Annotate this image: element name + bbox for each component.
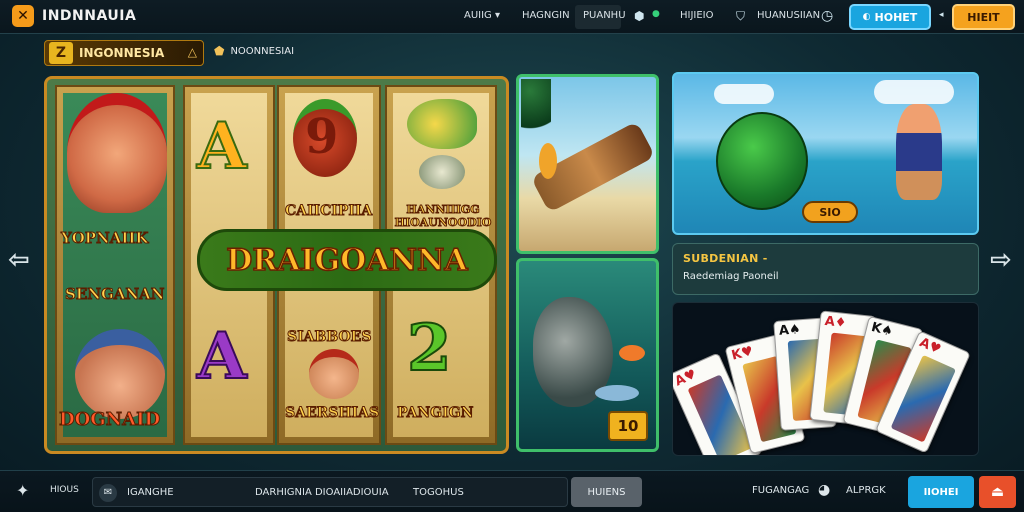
- info-subtitle: Raedemiag Paoneil: [683, 271, 779, 282]
- caption-senganan: SENGANAN: [65, 285, 165, 304]
- register-button[interactable]: ◐ HOHET: [849, 4, 931, 30]
- nav-item-4[interactable]: HIJIEIO: [680, 10, 714, 21]
- home-link[interactable]: HIOUS: [50, 485, 79, 495]
- star-icon[interactable]: ✦: [16, 481, 29, 500]
- fish-symbol-small-icon: [419, 155, 465, 189]
- playing-card-3-rank: A♠: [778, 322, 802, 339]
- register-button-label: HOHET: [874, 10, 918, 24]
- caption-hanniigg: HANNIIIGG HIOAUNOODIO: [394, 203, 492, 230]
- game-info-card[interactable]: SUBDENIAN - Raedemiag Paoneil: [672, 243, 979, 295]
- footer-link-1[interactable]: FUGANGAG: [752, 485, 809, 496]
- nav-item-1[interactable]: AUIIG ▾: [464, 10, 500, 21]
- toggle-icon: ◐: [862, 12, 871, 22]
- caption-saershias: SAERSHIAS: [284, 405, 380, 422]
- search-tag: TOGOHUS: [413, 487, 464, 498]
- nav-item-1-label: AUIIG: [464, 10, 492, 21]
- nav-item-5[interactable]: HUANUSIIAN: [757, 10, 820, 21]
- brand-name[interactable]: INDNNAUIA: [42, 8, 136, 24]
- brand-logo-icon[interactable]: ✕: [12, 5, 34, 27]
- playing-card-5-rank: K♠: [869, 319, 895, 340]
- clock-icon[interactable]: ◷: [821, 8, 833, 24]
- shield-badge-icon: ⬟: [214, 44, 225, 58]
- goblin-character-icon: [67, 93, 167, 213]
- cloud-icon: [874, 80, 954, 104]
- fishing-rod-game-card[interactable]: [516, 74, 659, 254]
- game-title-banner: DRAIGOANNA: [197, 229, 497, 291]
- sub-tagline-text: NOONNESIAI: [230, 45, 295, 57]
- deposit-button[interactable]: IIOHEI: [908, 476, 974, 508]
- footer-link-2[interactable]: ALPRGK: [846, 485, 886, 496]
- caption-siabboes: SIABBOES: [286, 329, 372, 346]
- search-input[interactable]: DARHIGNIA DIOAIIADIOUIA: [255, 487, 389, 498]
- caption-yopnaiik: YOPNAIIK: [60, 229, 149, 248]
- exit-button[interactable]: ⏏: [979, 476, 1016, 508]
- sub-tagline: ⬟ NOONNESIAI: [214, 44, 294, 58]
- playing-card-6-rank: A♥: [917, 335, 943, 358]
- search-bar[interactable]: ✉ IGANGHE DARHIGNIA DIOAIIADIOUIA TOGOHU…: [92, 477, 568, 507]
- fish-symbol-icon: [407, 99, 477, 149]
- symbol-a-2: A: [196, 318, 248, 395]
- info-title: SUBDENIAN -: [683, 252, 768, 265]
- playing-card-4-rank: A♦: [823, 313, 848, 332]
- sailor-character-icon: [75, 329, 165, 419]
- nav-item-2[interactable]: HAGNGIN: [522, 10, 570, 21]
- nav-item-3[interactable]: PUANHU: [583, 10, 626, 21]
- search-label: IGANGHE: [127, 487, 174, 498]
- fishing-prize-pill: SIO: [802, 201, 858, 223]
- fisher-character-icon: [896, 104, 942, 200]
- symbol-9: 9: [305, 109, 339, 165]
- fishing-game-card[interactable]: SIO: [672, 72, 979, 235]
- top-bar: ✕ INDNNAUIA AUIIG ▾ HAGNGIN PUANHU ⬢ ● H…: [0, 0, 1024, 34]
- symbol-2: 2: [406, 310, 453, 387]
- chevron-down-icon: ▾: [495, 10, 501, 21]
- search-action-button[interactable]: HUIENS: [571, 477, 642, 507]
- featured-slot-game[interactable]: A 9 A 2 YOPNAIIK CAIICIPIIA HANNIIIGG HI…: [44, 76, 509, 454]
- cloud-icon: [714, 84, 774, 104]
- gamepad-icon[interactable]: ⬢: [634, 9, 644, 23]
- sub-brand-banner[interactable]: Z INGONNESIA △: [44, 40, 204, 66]
- card-game-panel[interactable]: A♥ K♥ A♠ A♦ K♠ A♥: [672, 302, 979, 456]
- sub-brand-text: INGONNESIA: [79, 46, 165, 60]
- arrow-left-icon[interactable]: ⇦: [8, 245, 30, 275]
- bottom-bar: ✦ HIOUS ✉ IGANGHE DARHIGNIA DIOAIIADIOUI…: [0, 470, 1024, 512]
- playing-card-2-rank: K♥: [730, 343, 755, 364]
- login-button[interactable]: HIEIT: [952, 4, 1015, 30]
- exit-icon: ⏏: [990, 484, 1005, 500]
- watermelon-ball-icon: [716, 112, 808, 210]
- goldfish-icon: [619, 345, 645, 361]
- caret-left-icon: ◂: [939, 10, 944, 20]
- shield-icon: ⛉: [736, 9, 746, 23]
- caption-caiicipiia: CAIICIPIIA: [284, 203, 373, 220]
- online-dot-icon: ●: [652, 9, 660, 19]
- arrow-right-icon[interactable]: ⇨: [990, 245, 1012, 275]
- caption-dognaid: DOGNAID: [58, 409, 161, 431]
- warning-icon: △: [187, 45, 197, 59]
- caption-pangign: PANGIGN: [396, 405, 474, 422]
- fish-game-card[interactable]: 10: [516, 258, 659, 452]
- symbol-a-1: A: [196, 108, 248, 185]
- palm-tree-icon: [521, 79, 551, 139]
- small-fish-icon: [539, 143, 557, 179]
- sub-brand-badge: Z: [49, 42, 73, 64]
- bluefish-icon: [595, 385, 639, 401]
- score-badge: 10: [608, 411, 648, 441]
- chat-icon: ✉: [99, 484, 117, 502]
- chat-bubble-icon[interactable]: ◕: [818, 482, 830, 498]
- face-character-icon: [309, 349, 359, 399]
